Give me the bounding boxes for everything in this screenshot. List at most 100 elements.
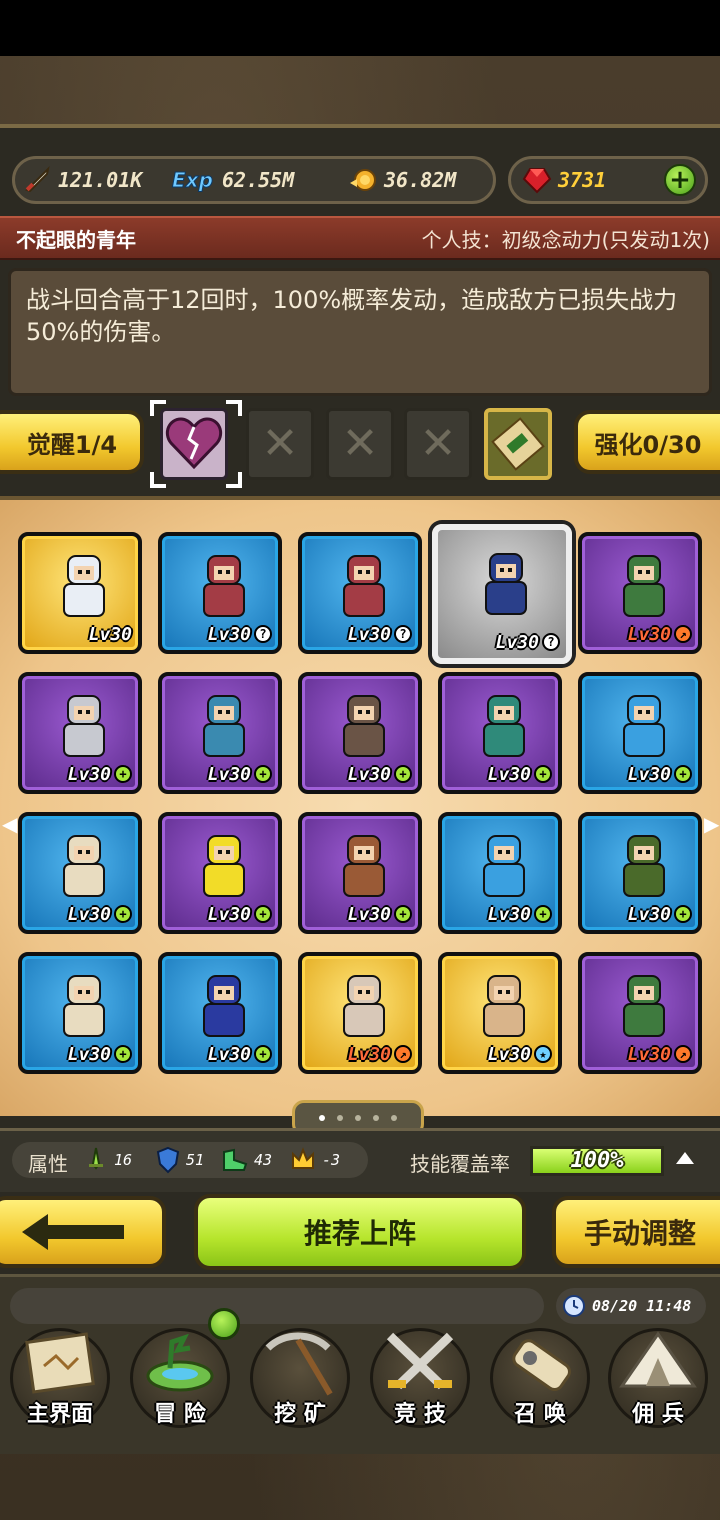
back-button[interactable]	[0, 1196, 166, 1268]
hero-card[interactable]: Lv30 +	[298, 812, 422, 934]
attribute-boot-value: 43	[254, 1151, 273, 1169]
broken-heart-icon	[165, 417, 223, 470]
hero-card[interactable]: Lv30 +	[158, 952, 282, 1074]
hero-level-text: Lv30	[67, 1043, 111, 1065]
selection-corner	[226, 400, 242, 416]
attribute-label: 属性	[28, 1152, 68, 1176]
skill-coverage-bar: 100%	[530, 1146, 664, 1176]
nav-summon[interactable]: 召 唤	[482, 1324, 598, 1434]
awaken-label: 觉醒1/4	[26, 430, 118, 459]
locked-x-icon: ✕	[419, 418, 457, 469]
awaken-button[interactable]: 觉醒1/4	[0, 410, 144, 474]
plus-icon: +	[394, 905, 412, 923]
enhance-scroll-slot[interactable]	[484, 408, 552, 480]
hero-level-text: Lv30	[88, 623, 132, 645]
hero-card[interactable]: Lv30 +	[578, 672, 702, 794]
hero-card[interactable]: Lv30?	[298, 532, 422, 654]
old-sage-portrait	[336, 970, 392, 1042]
exp-resource: Exp 62.55M	[170, 163, 295, 197]
ruby-icon	[522, 165, 552, 195]
nav-mercenary-label: 佣 兵	[632, 1402, 684, 1427]
hero-level: Lv30 +	[348, 902, 412, 926]
awaken-slot-2[interactable]: ✕	[246, 408, 314, 480]
hero-card[interactable]: Lv30 +	[18, 672, 142, 794]
chat-bar[interactable]	[10, 1288, 544, 1324]
selection-corner	[226, 472, 242, 488]
attribute-shield-value: 51	[186, 1151, 205, 1169]
power-value: 121.01K	[58, 168, 143, 192]
coin-value: 36.82M	[384, 168, 457, 192]
personal-skill: 个人技：初级念动力(只发动1次)	[421, 228, 710, 252]
enhance-button[interactable]: 强化0/30	[574, 410, 720, 474]
hero-level-text: Lv30	[347, 1043, 391, 1065]
hero-card[interactable]: Lv30	[18, 532, 142, 654]
hero-card[interactable]: Lv30 ★	[438, 952, 562, 1074]
add-gems-button[interactable]: +	[664, 164, 696, 196]
hero-card[interactable]: Lv30 +	[18, 812, 142, 934]
skill-description: 战斗回合高于12回时，100%概率发动，造成敌方已损失战力50%的伤害。	[26, 286, 678, 346]
hero-card[interactable]: Lv30 +	[158, 672, 282, 794]
nav-arena-label: 竞 技	[394, 1402, 446, 1427]
hero-card[interactable]: Lv30?	[432, 524, 572, 664]
nav-mining[interactable]: 挖 矿	[242, 1324, 358, 1434]
expand-caret-icon[interactable]	[676, 1152, 694, 1164]
crown-icon	[292, 1147, 314, 1169]
hero-level-text: Lv30	[627, 903, 671, 925]
blue-dragon-portrait	[196, 690, 252, 762]
blue-hair-girl-portrait	[476, 830, 532, 902]
exp-value: 62.55M	[222, 168, 295, 192]
gem-value: 3731	[558, 168, 607, 192]
status-bar	[0, 0, 720, 56]
page-dot	[337, 1115, 343, 1121]
next-page-arrow[interactable]: ▶	[704, 812, 719, 836]
swords-icon	[386, 1332, 454, 1390]
awaken-slot-1[interactable]	[160, 408, 228, 480]
nav-adventure[interactable]: 冒 险	[122, 1324, 238, 1434]
hero-card[interactable]: Lv30 +	[438, 812, 562, 934]
hero-card[interactable]: Lv30 +	[578, 812, 702, 934]
hero-card[interactable]: Lv30 +	[438, 672, 562, 794]
awaken-slot-4[interactable]: ✕	[404, 408, 472, 480]
hero-card[interactable]: Lv30 ↗	[578, 952, 702, 1074]
nav-mercenary[interactable]: 佣 兵	[600, 1324, 716, 1434]
notification-dot	[208, 1308, 240, 1340]
hero-level: Lv30 +	[348, 762, 412, 786]
hero-card[interactable]: Lv30?	[158, 532, 282, 654]
hero-card[interactable]: Lv30 ↗	[578, 532, 702, 654]
clock: 08/20 11:48	[556, 1288, 706, 1324]
hero-level-text: Lv30	[67, 763, 111, 785]
hero-level: Lv30 ↗	[628, 1042, 692, 1066]
attribute-crown-value: -3	[322, 1151, 341, 1169]
hero-level-text: Lv30	[207, 903, 251, 925]
plus-icon: +	[674, 765, 692, 783]
hero-card[interactable]: Lv30 ↗	[298, 952, 422, 1074]
recommend-label: 推荐上阵	[303, 1217, 416, 1250]
map-icon	[25, 1332, 95, 1394]
clock-icon	[563, 1295, 585, 1317]
tent-icon	[619, 1331, 697, 1388]
green-warrior-portrait	[616, 550, 672, 622]
manual-adjust-button[interactable]: 手动调整	[552, 1196, 720, 1268]
hero-card[interactable]: Lv30 +	[18, 952, 142, 1074]
plus-icon: +	[394, 765, 412, 783]
attribute-sword: 16	[84, 1146, 132, 1174]
hero-card[interactable]: Lv30 +	[158, 812, 282, 934]
summon-scroll-icon	[512, 1339, 571, 1392]
plus-icon: +	[114, 765, 132, 783]
awaken-slot-3[interactable]: ✕	[326, 408, 394, 480]
prev-page-arrow[interactable]: ◀	[2, 812, 17, 836]
recommend-button[interactable]: 推荐上阵	[194, 1194, 526, 1270]
sword-icon	[89, 1147, 103, 1170]
question-icon: ?	[254, 625, 272, 643]
silver-knight-portrait	[56, 690, 112, 762]
red-creature-portrait	[196, 550, 252, 622]
hero-card[interactable]: Lv30 +	[298, 672, 422, 794]
hero-level: Lv30 +	[68, 902, 132, 926]
hero-level: Lv30 +	[488, 762, 552, 786]
attribute-boot: 43	[220, 1146, 272, 1174]
enhance-label: 强化0/30	[594, 430, 702, 459]
nav-arena[interactable]: 竞 技	[362, 1324, 478, 1434]
hero-level-text: Lv30	[487, 903, 531, 925]
hero-level: Lv30 +	[628, 762, 692, 786]
nav-main[interactable]: 主界面	[2, 1324, 118, 1434]
